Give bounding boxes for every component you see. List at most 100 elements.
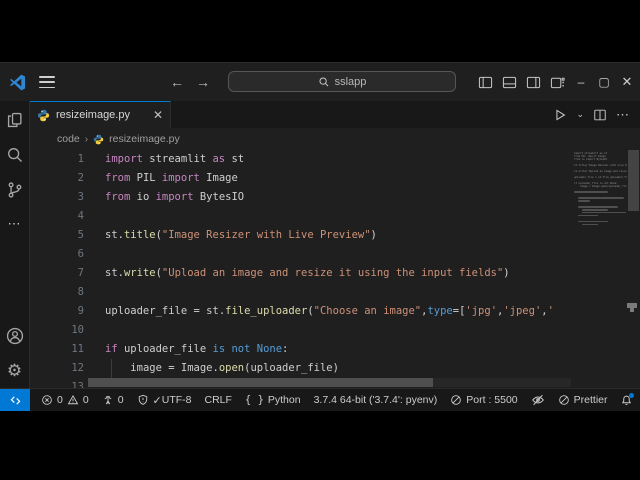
code-line[interactable]: 3from io import BytesIO	[30, 188, 571, 207]
ports-indicator[interactable]: 0	[102, 394, 124, 406]
breadcrumb[interactable]: code › resizeimage.py	[30, 128, 640, 150]
shield-icon	[137, 394, 149, 406]
code-line[interactable]: 6	[30, 245, 571, 264]
vertical-scrollbar[interactable]	[627, 150, 640, 388]
horizontal-scrollbar[interactable]	[88, 378, 571, 387]
settings-gear-icon[interactable]: ⚙	[7, 362, 22, 380]
breadcrumb-separator: ›	[85, 134, 88, 145]
prettier-indicator[interactable]: Prettier	[558, 394, 608, 406]
vertical-scrollbar-thumb[interactable]	[628, 150, 639, 211]
ports-count: 0	[118, 394, 124, 406]
code-line[interactable]: 11if uploader_file is not None:	[30, 340, 571, 359]
line-content[interactable]: image = Image.open(uploader_file)	[105, 359, 339, 378]
minimap-line	[578, 206, 618, 208]
line-content[interactable]: if uploader_file is not None:	[105, 340, 288, 359]
line-number: 9	[30, 302, 105, 321]
breadcrumb-folder[interactable]: code	[57, 133, 80, 145]
vscode-logo-icon	[9, 74, 26, 91]
circle-slash-icon	[450, 394, 462, 406]
line-content[interactable]: st.write("Upload an image and resize it …	[105, 264, 510, 283]
line-number: 6	[30, 245, 105, 264]
eol-indicator[interactable]: CRLF	[205, 394, 232, 406]
line-content[interactable]: from io import BytesIO	[105, 188, 244, 207]
toggle-sidebar-icon[interactable]	[478, 75, 493, 90]
customize-layout-icon[interactable]	[550, 75, 565, 90]
explorer-icon[interactable]	[6, 111, 24, 129]
vscode-window: ← → sslapp –	[0, 62, 640, 411]
minimap-line	[574, 191, 608, 193]
minimap-line	[578, 221, 608, 223]
minimap-line	[578, 200, 590, 202]
editor-group: resizeimage.py ✕ ⌄ ⋯	[30, 101, 640, 388]
warning-icon	[67, 394, 79, 406]
more-views-icon[interactable]: ⋯	[8, 216, 22, 232]
code-lines[interactable]: 1import streamlit as st2from PIL import …	[30, 150, 571, 388]
source-control-icon[interactable]	[6, 181, 24, 199]
minimap[interactable]: import streamlit as stfrom PIL import Im…	[571, 150, 627, 388]
toggle-secondary-sidebar-icon[interactable]	[526, 75, 541, 90]
minimap-line: image = Image.open(uploader_file)	[574, 185, 627, 188]
line-content[interactable]: uploader_file = st.file_uploader("Choose…	[105, 302, 554, 321]
tab-close-icon[interactable]: ✕	[153, 108, 163, 122]
line-content[interactable]: st.title("Image Resizer with Live Previe…	[105, 226, 377, 245]
code-line[interactable]: 5st.title("Image Resizer with Live Previ…	[30, 226, 571, 245]
notifications-indicator[interactable]	[620, 394, 633, 407]
check-icon: ✓	[153, 394, 162, 407]
menu-icon[interactable]	[39, 76, 55, 88]
minimap-line: st.title("Image Resizer with Live Previe…	[574, 164, 627, 167]
code-line[interactable]: 12 image = Image.open(uploader_file)	[30, 359, 571, 378]
command-center-search[interactable]: sslapp	[228, 71, 456, 92]
toggle-panel-icon[interactable]	[502, 75, 517, 90]
minimize-button[interactable]: –	[574, 75, 588, 89]
remote-icon	[9, 394, 22, 407]
horizontal-scrollbar-thumb[interactable]	[88, 378, 433, 387]
title-bar: ← → sslapp –	[0, 63, 640, 101]
forward-arrow-button[interactable]: →	[194, 72, 212, 92]
account-icon[interactable]	[6, 327, 24, 345]
interpreter-indicator[interactable]: 3.7.4 64-bit ('3.7.4': pyenv)	[314, 394, 438, 406]
python-file-icon	[37, 109, 50, 122]
error-icon	[41, 394, 53, 406]
line-number: 1	[30, 150, 105, 169]
minimap-line: uploader_file = st.file_uploader("Choose…	[574, 176, 627, 179]
close-window-button[interactable]: ✕	[620, 74, 634, 90]
prettier-label: Prettier	[574, 394, 608, 406]
breadcrumb-file[interactable]: resizeimage.py	[109, 133, 180, 145]
port-indicator[interactable]: Port : 5500	[450, 394, 517, 406]
editor-actions: ⌄ ⋯	[553, 101, 640, 128]
line-content[interactable]: from PIL import Image	[105, 169, 238, 188]
line-number: 2	[30, 169, 105, 188]
run-dropdown-icon[interactable]: ⌄	[576, 109, 584, 120]
split-editor-icon[interactable]	[593, 108, 607, 122]
screen: ← → sslapp –	[0, 0, 640, 480]
error-count: 0	[57, 394, 63, 406]
search-sidebar-icon[interactable]	[6, 146, 24, 164]
language-label: Python	[268, 394, 301, 406]
problems-indicator[interactable]: 0 0	[41, 394, 89, 406]
back-arrow-button[interactable]: ←	[168, 72, 186, 92]
trust-indicator[interactable]: ✓	[137, 394, 162, 407]
code-line[interactable]: 4	[30, 207, 571, 226]
line-number: 5	[30, 226, 105, 245]
remote-indicator[interactable]	[0, 389, 30, 411]
tab-bar: resizeimage.py ✕ ⌄ ⋯	[30, 101, 640, 128]
code-line[interactable]: 1import streamlit as st	[30, 150, 571, 169]
code-line[interactable]: 10	[30, 321, 571, 340]
code-line[interactable]: 2from PIL import Image	[30, 169, 571, 188]
tab-resizeimage[interactable]: resizeimage.py ✕	[30, 101, 171, 128]
line-number: 7	[30, 264, 105, 283]
code-line[interactable]: 7st.write("Upload an image and resize it…	[30, 264, 571, 283]
maximize-button[interactable]: ▢	[597, 75, 611, 89]
language-indicator[interactable]: { } Python	[245, 394, 301, 406]
activity-bar: ⋯ ⚙	[0, 101, 30, 388]
encoding-indicator[interactable]: UTF-8	[162, 394, 192, 406]
run-python-icon[interactable]	[553, 108, 567, 122]
line-number: 12	[30, 359, 105, 378]
line-content[interactable]: import streamlit as st	[105, 150, 244, 169]
code-line[interactable]: 9uploader_file = st.file_uploader("Choos…	[30, 302, 571, 321]
editor-more-actions-icon[interactable]: ⋯	[616, 107, 630, 123]
minimap-line	[582, 212, 626, 214]
code-line[interactable]: 8	[30, 283, 571, 302]
minimap-line	[582, 224, 598, 226]
toggle-visibility-indicator[interactable]	[531, 393, 545, 407]
